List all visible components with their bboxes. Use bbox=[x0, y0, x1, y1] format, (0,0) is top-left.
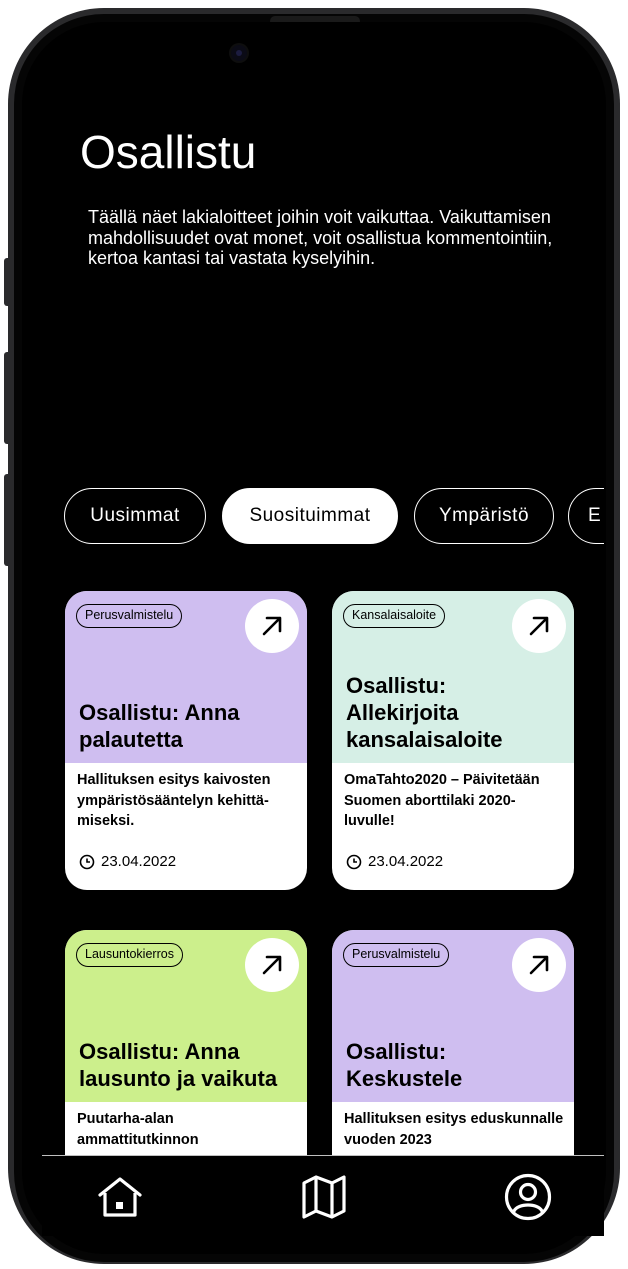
nav-profile-button[interactable] bbox=[503, 1172, 553, 1222]
nav-map-button[interactable] bbox=[299, 1172, 349, 1222]
card-tag: Perusvalmistelu bbox=[76, 604, 183, 628]
arrow-up-right-icon bbox=[529, 955, 549, 975]
card-header: Perusvalmistelu Osallistu: Anna palautet… bbox=[65, 591, 307, 763]
side-button-volume-down bbox=[4, 474, 12, 566]
filter-chip-ymparisto[interactable]: Ympäristö bbox=[414, 488, 554, 544]
card-header: Lausuntokierros Osallistu: Anna lausunto… bbox=[65, 930, 307, 1102]
open-card-button[interactable] bbox=[512, 599, 566, 653]
card-title: Osallistu: Anna lausunto ja vaikuta bbox=[79, 1039, 278, 1091]
side-button-action bbox=[4, 258, 12, 306]
card-description: OmaTahto2020 – Päivitetään Suomen abortt… bbox=[344, 772, 540, 829]
arrow-up-right-icon bbox=[529, 616, 549, 636]
card-description: Hallituksen esitys kaivosten ympäristösä… bbox=[77, 772, 271, 829]
card-header: Kansalaisaloite Osallistu: Allekirjoita … bbox=[332, 591, 574, 763]
page-intro: Täällä näet lakialoitteet joihin voit va… bbox=[88, 207, 553, 268]
card-title: Osallistu: Anna palautetta bbox=[79, 700, 240, 752]
filter-chip-uusimmat[interactable]: Uusimmat bbox=[64, 488, 206, 544]
card-date-text: 23.04.2022 bbox=[368, 853, 444, 870]
arrow-up-right-icon bbox=[262, 955, 282, 975]
open-card-button[interactable] bbox=[512, 938, 566, 992]
side-button-volume-up bbox=[4, 352, 12, 444]
filter-chip-more-label: E bbox=[588, 505, 602, 526]
card-title: Osallistu: Keskustele bbox=[346, 1039, 463, 1091]
participation-card-1[interactable]: Perusvalmistelu Osallistu: Anna palautet… bbox=[65, 591, 307, 890]
filter-chip-more[interactable]: E bbox=[568, 488, 604, 544]
card-date: 23.04.2022 bbox=[346, 853, 443, 870]
card-description: Puutarha-alan ammattitutkinnon bbox=[77, 1111, 199, 1148]
card-date: 23.04.2022 bbox=[79, 853, 176, 870]
participation-card-2[interactable]: Kansalaisaloite Osallistu: Allekirjoita … bbox=[332, 591, 574, 890]
clock-icon bbox=[346, 854, 362, 869]
card-header: Perusvalmistelu Osallistu: Keskustele bbox=[332, 930, 574, 1102]
arrow-up-right-icon bbox=[262, 616, 282, 636]
card-tag: Perusvalmistelu bbox=[343, 943, 450, 967]
open-card-button[interactable] bbox=[245, 599, 299, 653]
map-icon bbox=[302, 1175, 346, 1219]
front-camera bbox=[231, 45, 247, 61]
filter-chips: Uusimmat Suosituimmat Ympäristö E bbox=[64, 488, 604, 546]
bottom-navigation bbox=[42, 1155, 604, 1236]
card-tag: Lausuntokierros bbox=[76, 943, 183, 967]
page-title: Osallistu bbox=[80, 126, 257, 178]
open-card-button[interactable] bbox=[245, 938, 299, 992]
clock-icon bbox=[79, 854, 95, 869]
nav-home-button[interactable] bbox=[95, 1172, 145, 1222]
filter-chip-suosituimmat[interactable]: Suosituimmat bbox=[222, 488, 398, 544]
card-description: Hallituksen esitys eduskunnalle vuoden 2… bbox=[344, 1111, 564, 1148]
card-tag: Kansalaisaloite bbox=[343, 604, 446, 628]
card-title: Osallistu: Allekirjoita kansalaisaloite bbox=[346, 673, 503, 752]
home-icon bbox=[98, 1177, 142, 1217]
profile-icon bbox=[504, 1173, 552, 1221]
card-date-text: 23.04.2022 bbox=[101, 853, 177, 870]
